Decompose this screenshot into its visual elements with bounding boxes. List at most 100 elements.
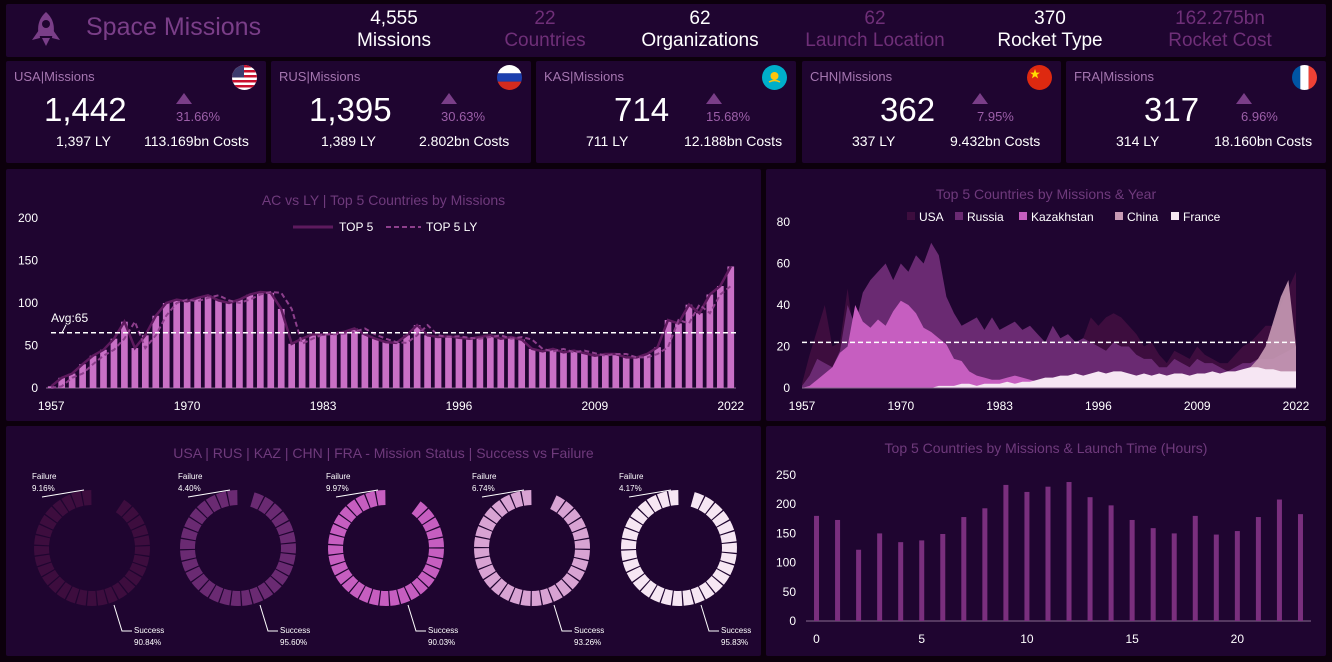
- bar: [1003, 484, 1009, 621]
- kpi-card-fra: FRA|Missions 317 6.96% 314 LY 18.160bn Costs: [1066, 61, 1326, 163]
- kpi-card-chn: CHN|Missions 362 7.95% 337 LY 9.432bn Costs: [802, 61, 1061, 163]
- success-leader: [113, 604, 132, 632]
- kpi-value: 317: [1144, 91, 1200, 128]
- kpi-title: FRA|Missions: [1074, 69, 1154, 84]
- y-tick-label: 250: [776, 468, 796, 482]
- rocket-icon: [32, 12, 60, 46]
- x-tick-label: 2022: [717, 399, 744, 413]
- success-segment: [428, 537, 444, 548]
- bar: [982, 508, 988, 621]
- y-tick-label: 50: [25, 339, 39, 353]
- donut-chn: Failure 6.74% Success 93.26%: [472, 472, 604, 647]
- kpi-share: 31.66%: [176, 109, 221, 124]
- bar: [382, 342, 390, 388]
- success-segment: [81, 490, 92, 506]
- kpi-value: 362: [880, 91, 936, 128]
- success-leader: [407, 604, 426, 632]
- failure-value: 6.74%: [472, 484, 495, 493]
- success-segment: [87, 590, 97, 606]
- bar: [1213, 534, 1219, 621]
- y-tick-label: 0: [783, 381, 790, 395]
- success-leader: [700, 604, 719, 632]
- bar: [319, 334, 327, 388]
- bar: [1192, 515, 1198, 621]
- kpi-last-year: 711 LY: [586, 133, 629, 149]
- y-tick-label: 200: [18, 211, 38, 225]
- donut-rus: Failure 4.40% Success 95.60%: [178, 472, 310, 647]
- bar: [298, 338, 306, 388]
- missions-ac-ly-chart: 0 50 100 150 200 1957 1970 1983 1996 2009 2022 Avg:…: [18, 211, 744, 413]
- legend-swatch: [1019, 212, 1027, 220]
- legend-label: Russia: [967, 210, 1004, 224]
- chn-flag-icon: [1027, 65, 1052, 90]
- x-tick-label: 1996: [1085, 399, 1112, 413]
- bar: [246, 294, 254, 388]
- rus-flag-icon: [497, 65, 522, 90]
- bar: [685, 304, 693, 388]
- failure-value: 9.97%: [326, 484, 349, 493]
- success-segment: [672, 590, 683, 606]
- y-tick-label: 0: [789, 614, 796, 628]
- success-segment: [428, 548, 444, 559]
- bar: [351, 328, 358, 388]
- failure-value: 4.17%: [619, 484, 642, 493]
- bar: [131, 348, 139, 388]
- success-value: 95.83%: [721, 638, 748, 647]
- bar: [633, 357, 641, 388]
- bar: [434, 337, 442, 388]
- trend-up-icon: [972, 93, 988, 104]
- legend-swatch: [1115, 212, 1123, 220]
- bar: [1024, 491, 1030, 621]
- success-segment: [520, 590, 531, 606]
- bar: [940, 533, 946, 621]
- x-tick-label: 1970: [887, 399, 914, 413]
- kpi-share: 15.68%: [706, 109, 751, 124]
- x-tick-label: 1983: [310, 399, 337, 413]
- success-segment: [280, 543, 296, 554]
- stat-rocket-type: 370 Rocket Type: [997, 8, 1103, 51]
- donut-kaz: Failure 9.97% Success 90.03%: [326, 472, 458, 647]
- success-segment: [180, 549, 197, 561]
- failure-label: Failure: [472, 472, 497, 481]
- bar: [727, 266, 735, 388]
- success-value: 90.84%: [134, 638, 161, 647]
- kpi-card-usa: USA|Missions 1,442 31.66% 1,397 LY 113.169bn…: [6, 61, 266, 163]
- legend-swatch: [1171, 212, 1179, 220]
- bar: [1171, 533, 1177, 621]
- x-tick-label: 15: [1125, 632, 1139, 646]
- bar: [1234, 531, 1240, 621]
- bar: [267, 292, 275, 388]
- failure-label: Failure: [326, 472, 351, 481]
- bar: [476, 337, 484, 388]
- kpi-title: RUS|Missions: [279, 69, 361, 84]
- x-tick-label: 5: [918, 632, 925, 646]
- kpi-share: 7.95%: [977, 109, 1014, 124]
- bar: [716, 286, 724, 388]
- bar: [877, 533, 883, 621]
- legend-label: Kazakhstan: [1031, 210, 1094, 224]
- bar: [528, 348, 536, 388]
- x-tick-label: 1957: [789, 399, 816, 413]
- legend-label: France: [1183, 210, 1221, 224]
- bar: [591, 355, 599, 388]
- y-tick-label: 100: [18, 296, 38, 310]
- bar: [361, 334, 369, 388]
- success-segment: [531, 590, 542, 606]
- bar: [696, 313, 703, 388]
- bar: [643, 354, 651, 388]
- success-segment: [621, 539, 637, 550]
- mission-status-donuts: Failure 9.16% Success 90.84% Failure 4.40% Suc…: [32, 472, 751, 647]
- bar: [1276, 499, 1282, 621]
- bar: [601, 354, 609, 388]
- bar: [581, 353, 588, 388]
- bar: [466, 338, 473, 388]
- y-tick-label: 40: [777, 298, 791, 312]
- success-label: Success: [134, 626, 164, 635]
- bar: [152, 315, 160, 388]
- success-segment: [574, 549, 590, 560]
- legend-swatch: [907, 212, 915, 220]
- kpi-title: CHN|Missions: [810, 69, 893, 84]
- x-tick-label: 1957: [38, 399, 65, 413]
- bar: [309, 334, 316, 388]
- success-label: Success: [721, 626, 751, 635]
